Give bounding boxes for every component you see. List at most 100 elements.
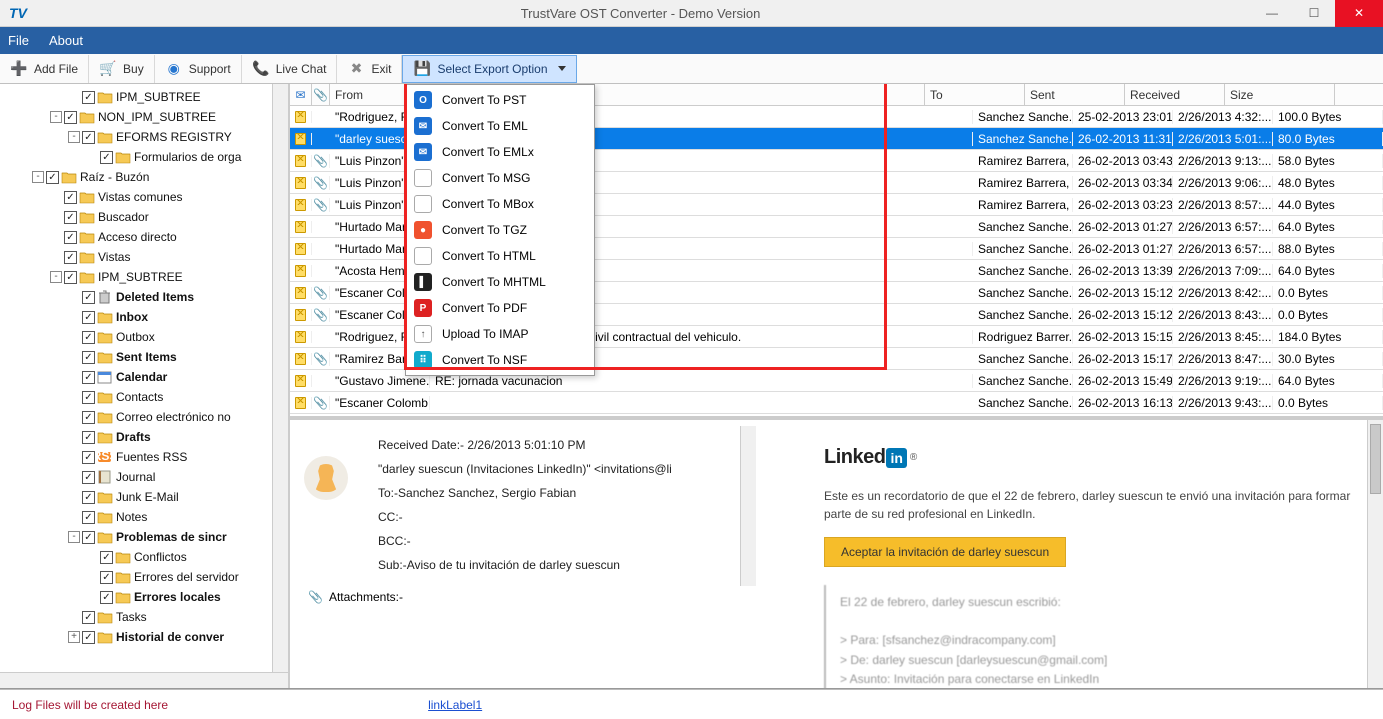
tree-node[interactable]: ✓Outbox (0, 327, 288, 347)
menu-file[interactable]: File (8, 33, 29, 48)
checkbox[interactable]: ✓ (82, 611, 95, 624)
checkbox[interactable]: ✓ (100, 571, 113, 584)
tree-node[interactable]: ✓Errores del servidor (0, 567, 288, 587)
tree-node[interactable]: ✓Drafts (0, 427, 288, 447)
col-attachment-icon[interactable]: 📎 (312, 84, 330, 105)
checkbox[interactable]: ✓ (82, 411, 95, 424)
export-menu-item[interactable]: ▌Convert To MHTML (408, 269, 592, 295)
tree-node[interactable]: ✓Vistas comunes (0, 187, 288, 207)
checkbox[interactable]: ✓ (82, 631, 95, 644)
checkbox[interactable]: ✓ (64, 111, 77, 124)
tree-node[interactable]: ✓RSSFuentes RSS (0, 447, 288, 467)
checkbox[interactable]: ✓ (64, 211, 77, 224)
export-menu-item[interactable]: ●Convert To TGZ (408, 217, 592, 243)
tree-node[interactable]: ✓Buscador (0, 207, 288, 227)
link-label[interactable]: linkLabel1 (428, 698, 482, 712)
expand-icon[interactable]: - (50, 271, 62, 283)
checkbox[interactable]: ✓ (82, 471, 95, 484)
export-dropdown-menu[interactable]: OConvert To PST✉Convert To EML✉Convert T… (405, 84, 595, 376)
menu-about[interactable]: About (49, 33, 83, 48)
accept-invitation-button[interactable]: Aceptar la invitación de darley suescun (824, 537, 1066, 567)
tree-node[interactable]: ✓Notes (0, 507, 288, 527)
tree-node[interactable]: ✓Errores locales (0, 587, 288, 607)
checkbox[interactable]: ✓ (100, 551, 113, 564)
tree-node[interactable]: ✓Junk E-Mail (0, 487, 288, 507)
checkbox[interactable]: ✓ (82, 451, 95, 464)
tree-node[interactable]: ✓Formularios de orga (0, 147, 288, 167)
tree-node[interactable]: ✓Sent Items (0, 347, 288, 367)
expand-icon[interactable]: - (32, 171, 44, 183)
export-menu-item[interactable]: ✉Convert To EML (408, 113, 592, 139)
tree-node[interactable]: ✓Tasks (0, 607, 288, 627)
close-button[interactable]: ✕ (1335, 0, 1383, 27)
export-menu-item[interactable]: OConvert To PST (408, 87, 592, 113)
checkbox[interactable]: ✓ (82, 371, 95, 384)
tree-node[interactable]: ✓Contacts (0, 387, 288, 407)
checkbox[interactable]: ✓ (82, 511, 95, 524)
tree-horizontal-scrollbar[interactable] (0, 672, 288, 688)
export-menu-item[interactable]: Convert To MBox (408, 191, 592, 217)
tree-node[interactable]: ✓Deleted Items (0, 287, 288, 307)
folder-tree[interactable]: ✓IPM_SUBTREE-✓NON_IPM_SUBTREE-✓EFORMS RE… (0, 84, 288, 688)
expand-icon[interactable]: - (68, 531, 80, 543)
export-menu-item[interactable]: Convert To HTML (408, 243, 592, 269)
live-chat-button[interactable]: 📞 Live Chat (242, 55, 338, 83)
tree-node[interactable]: -✓NON_IPM_SUBTREE (0, 107, 288, 127)
checkbox[interactable]: ✓ (100, 591, 113, 604)
tree-node[interactable]: -✓EFORMS REGISTRY (0, 127, 288, 147)
expand-icon[interactable]: - (50, 111, 62, 123)
col-to[interactable]: To (925, 84, 1025, 105)
tree-node[interactable]: ✓Journal (0, 467, 288, 487)
buy-button[interactable]: 🛒 Buy (89, 55, 155, 83)
tree-node[interactable]: -✓IPM_SUBTREE (0, 267, 288, 287)
minimize-button[interactable]: — (1251, 0, 1293, 27)
tree-node[interactable]: ✓Vistas (0, 247, 288, 267)
col-received[interactable]: Received (1125, 84, 1225, 105)
checkbox[interactable]: ✓ (82, 351, 95, 364)
col-envelope-icon[interactable]: ✉ (290, 84, 312, 105)
tree-node[interactable]: -✓Problemas de sincr (0, 527, 288, 547)
checkbox[interactable]: ✓ (64, 251, 77, 264)
tree-node[interactable]: ✓Conflictos (0, 547, 288, 567)
checkbox[interactable]: ✓ (82, 391, 95, 404)
tree-node[interactable]: ✓Inbox (0, 307, 288, 327)
checkbox[interactable]: ✓ (82, 91, 95, 104)
email-row[interactable]: 📎 "Escaner Colomb... Sanchez Sanche... 2… (290, 392, 1383, 414)
checkbox[interactable]: ✓ (82, 531, 95, 544)
maximize-button[interactable]: ☐ (1293, 0, 1335, 27)
export-menu-item[interactable]: Convert To MSG (408, 165, 592, 191)
checkbox[interactable]: ✓ (82, 431, 95, 444)
preview-vertical-scrollbar[interactable] (1367, 420, 1383, 688)
checkbox[interactable]: ✓ (100, 151, 113, 164)
exit-button[interactable]: ✖ Exit (337, 55, 402, 83)
col-sent[interactable]: Sent (1025, 84, 1125, 105)
export-menu-item[interactable]: ✉Convert To EMLx (408, 139, 592, 165)
cell-from: "Escaner Colomb... (330, 396, 430, 410)
checkbox[interactable]: ✓ (46, 171, 59, 184)
expand-icon[interactable]: + (68, 631, 80, 643)
checkbox[interactable]: ✓ (82, 291, 95, 304)
checkbox[interactable]: ✓ (82, 131, 95, 144)
tree-node[interactable]: ✓IPM_SUBTREE (0, 87, 288, 107)
expand-icon[interactable]: - (68, 131, 80, 143)
tree-node[interactable]: +✓Historial de conver (0, 627, 288, 647)
tree-node[interactable]: ✓Calendar (0, 367, 288, 387)
checkbox[interactable]: ✓ (64, 271, 77, 284)
export-menu-item[interactable]: PConvert To PDF (408, 295, 592, 321)
tree-node[interactable]: ✓Correo electrónico no (0, 407, 288, 427)
export-menu-item[interactable]: ↑Upload To IMAP (408, 321, 592, 347)
col-size[interactable]: Size (1225, 84, 1335, 105)
checkbox[interactable]: ✓ (64, 191, 77, 204)
add-file-button[interactable]: ➕ Add File (0, 55, 89, 83)
checkbox[interactable]: ✓ (82, 311, 95, 324)
preview-left-scrollbar[interactable] (740, 426, 756, 586)
tree-node[interactable]: -✓Raíz - Buzón (0, 167, 288, 187)
checkbox[interactable]: ✓ (82, 331, 95, 344)
checkbox[interactable]: ✓ (64, 231, 77, 244)
export-menu-item[interactable]: ⠿Convert To NSF (408, 347, 592, 373)
checkbox[interactable]: ✓ (82, 491, 95, 504)
export-option-button[interactable]: 💾 Select Export Option (402, 55, 576, 83)
tree-vertical-scrollbar[interactable] (272, 84, 288, 672)
support-button[interactable]: ◉ Support (155, 55, 242, 83)
tree-node[interactable]: ✓Acceso directo (0, 227, 288, 247)
